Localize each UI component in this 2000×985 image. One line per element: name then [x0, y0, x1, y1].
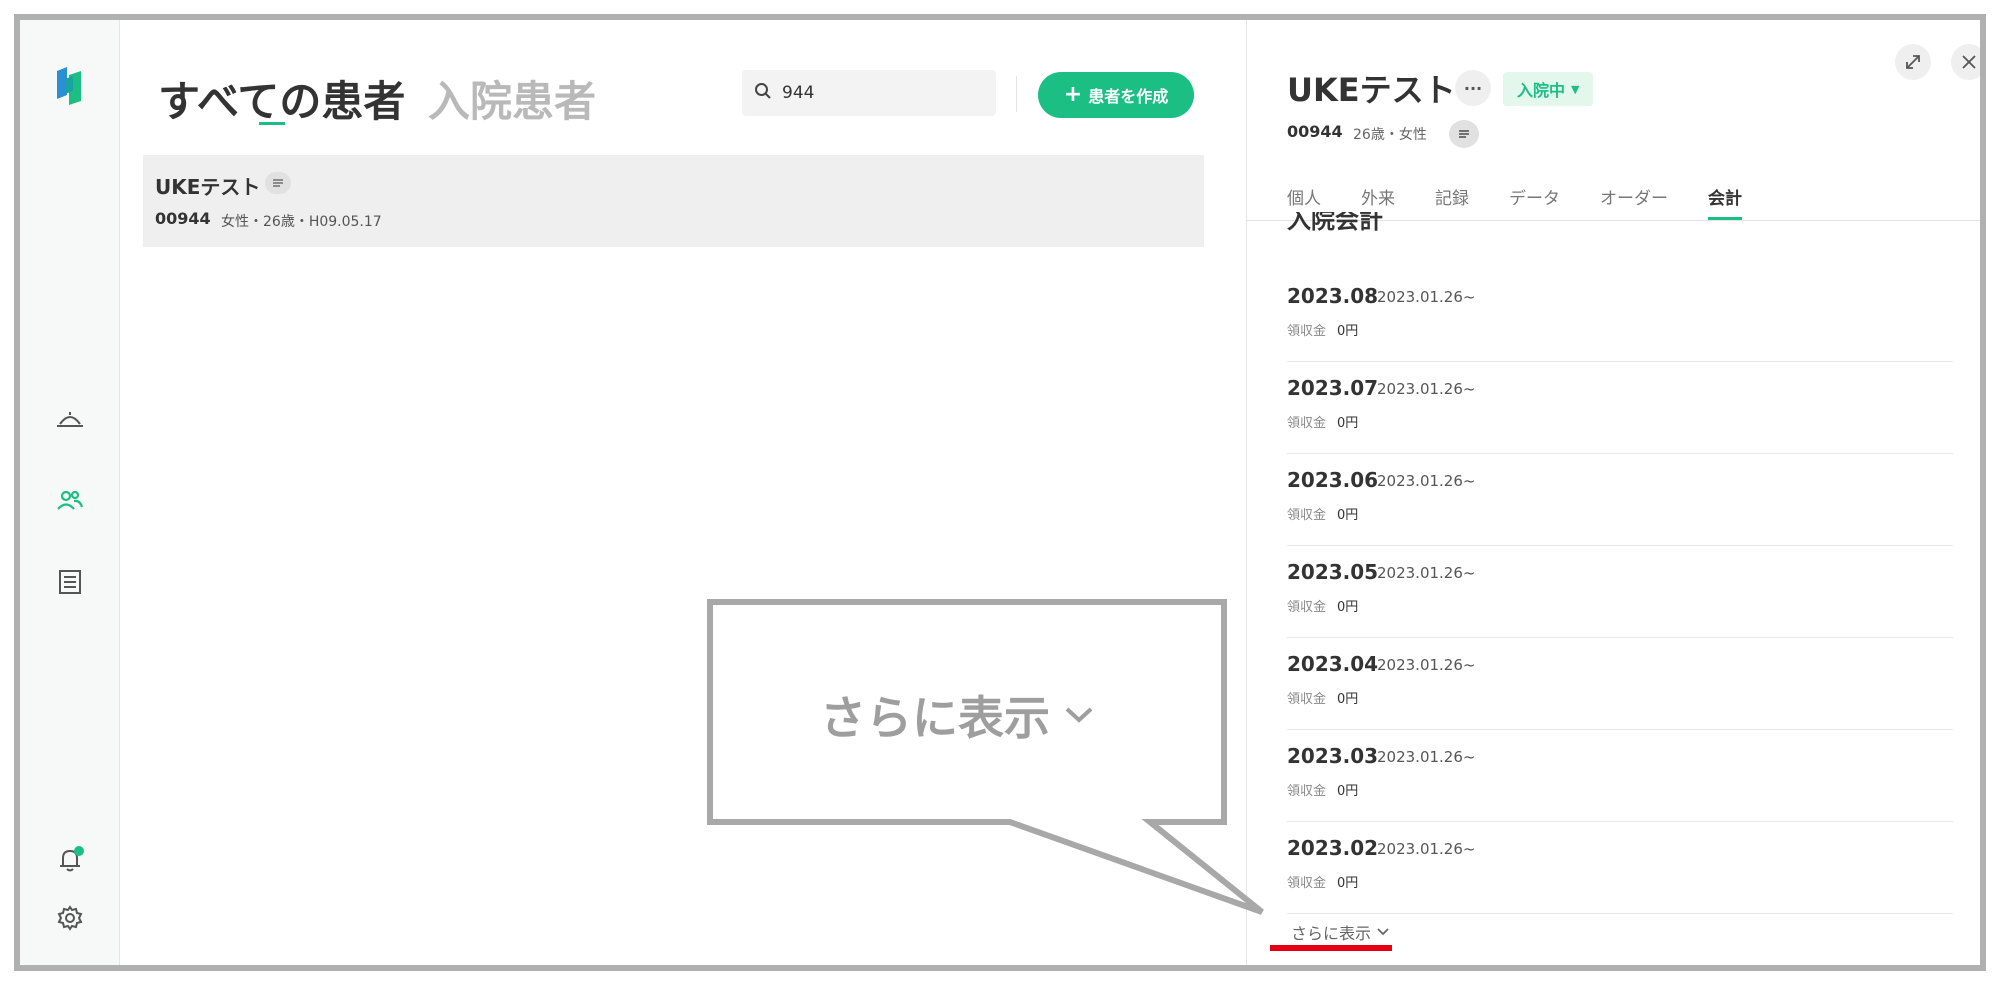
receipt-label: 領収金	[1287, 508, 1327, 523]
create-patient-button[interactable]: + 患者を作成	[1038, 72, 1194, 118]
bell-icon[interactable]	[50, 840, 90, 880]
show-more-label: さらに表示	[1291, 924, 1372, 943]
billing-month: 2023.08	[1287, 284, 1379, 308]
receipt-amount: 0円	[1337, 508, 1359, 523]
toolbar-divider	[1016, 76, 1017, 112]
tab-orders[interactable]: オーダー	[1600, 170, 1668, 220]
tab-data[interactable]: データ	[1509, 170, 1560, 220]
billing-period: 2023.01.26~	[1377, 472, 1476, 490]
billing-month: 2023.03	[1287, 744, 1379, 768]
receipt-amount: 0円	[1337, 324, 1359, 339]
chevron-down-icon	[1065, 707, 1093, 723]
caret-down-icon: ▼	[1571, 82, 1580, 96]
patient-detail-panel: UKEテスト ··· 入院中 ▼ 00944 26歳・女性 個人 外来 記録 デ…	[1246, 20, 1980, 965]
receipt-label: 領収金	[1287, 784, 1327, 799]
create-patient-label: 患者を作成	[1088, 87, 1169, 106]
list-item[interactable]: 2023.04 2023.01.26~ 領収金 0円	[1287, 638, 1953, 730]
billing-period: 2023.01.26~	[1377, 564, 1476, 582]
patient-name: UKEテスト	[155, 175, 261, 199]
detail-patient-info: 26歳・女性	[1353, 127, 1427, 143]
patient-id: 00944	[155, 209, 211, 228]
screenshot-frame: すべての患者 入院患者 + 患者を作成 UKEテスト 00944 女性	[14, 14, 1986, 971]
list-item[interactable]: 2023.06 2023.01.26~ 領収金 0円	[1287, 454, 1953, 546]
active-title-indicator	[259, 122, 285, 125]
billing-month: 2023.02	[1287, 836, 1379, 860]
list-icon[interactable]	[50, 562, 90, 602]
billing-month-list: 2023.08 2023.01.26~ 領収金 0円 2023.07 2023.…	[1287, 270, 1953, 914]
detail-patient-name: UKEテスト	[1287, 71, 1456, 109]
billing-month: 2023.07	[1287, 376, 1379, 400]
list-item[interactable]: 2023.07 2023.01.26~ 領収金 0円	[1287, 362, 1953, 454]
billing-period: 2023.01.26~	[1377, 288, 1476, 306]
tab-records[interactable]: 記録	[1435, 170, 1469, 220]
home-icon[interactable]	[50, 400, 90, 440]
receipt-label: 領収金	[1287, 324, 1327, 339]
plus-icon: +	[1063, 82, 1083, 107]
list-item[interactable]: 2023.03 2023.01.26~ 領収金 0円	[1287, 730, 1953, 822]
show-more-button[interactable]: さらに表示	[1291, 920, 1389, 944]
receipt-amount: 0円	[1337, 600, 1359, 615]
billing-period: 2023.01.26~	[1377, 748, 1476, 766]
users-icon[interactable]	[50, 480, 90, 520]
receipt-label: 領収金	[1287, 876, 1327, 891]
tab-accounting[interactable]: 会計	[1708, 170, 1742, 220]
admission-status-dropdown[interactable]: 入院中 ▼	[1503, 72, 1594, 106]
callout-text: さらに表示	[820, 682, 1094, 748]
close-button[interactable]	[1951, 44, 1980, 80]
billing-month: 2023.05	[1287, 560, 1379, 584]
receipt-amount: 0円	[1337, 876, 1359, 891]
expand-icon	[1906, 55, 1920, 69]
patient-list-panel: すべての患者 入院患者 + 患者を作成 UKEテスト 00944 女性	[120, 20, 1246, 965]
highlight-underline	[1270, 945, 1392, 951]
search-icon	[754, 82, 772, 104]
billing-month: 2023.04	[1287, 652, 1379, 676]
callout-label: さらに表示	[820, 691, 1050, 745]
memo-icon[interactable]	[265, 172, 291, 194]
inpatient-title-tab[interactable]: 入院患者	[428, 68, 596, 129]
receipt-label: 領収金	[1287, 600, 1327, 615]
billing-period: 2023.01.26~	[1377, 840, 1476, 858]
search-box[interactable]	[742, 70, 996, 116]
logo-icon[interactable]	[50, 65, 90, 105]
status-label: 入院中	[1517, 81, 1566, 100]
sidebar	[20, 20, 120, 965]
expand-button[interactable]	[1895, 44, 1931, 80]
receipt-amount: 0円	[1337, 784, 1359, 799]
list-item[interactable]: 2023.05 2023.01.26~ 領収金 0円	[1287, 546, 1953, 638]
chevron-down-icon	[1377, 928, 1389, 936]
patient-info: 女性・26歳・H09.05.17	[221, 214, 382, 230]
notification-dot	[74, 846, 84, 856]
more-options-button[interactable]: ···	[1455, 70, 1491, 106]
page-title[interactable]: すべての患者	[158, 68, 405, 129]
close-icon	[1962, 55, 1976, 69]
patient-list-item[interactable]: UKEテスト 00944 女性・26歳・H09.05.17	[143, 155, 1204, 247]
receipt-amount: 0円	[1337, 416, 1359, 431]
list-item[interactable]: 2023.08 2023.01.26~ 領収金 0円	[1287, 270, 1953, 362]
gear-icon[interactable]	[50, 898, 90, 938]
memo-icon[interactable]	[1449, 120, 1479, 148]
billing-period: 2023.01.26~	[1377, 380, 1476, 398]
receipt-amount: 0円	[1337, 692, 1359, 707]
receipt-label: 領収金	[1287, 692, 1327, 707]
section-title: 入院会計	[1287, 212, 1383, 234]
receipt-label: 領収金	[1287, 416, 1327, 431]
detail-patient-id: 00944	[1287, 122, 1343, 141]
search-input[interactable]	[782, 83, 982, 103]
list-item[interactable]: 2023.02 2023.01.26~ 領収金 0円	[1287, 822, 1953, 914]
billing-month: 2023.06	[1287, 468, 1379, 492]
billing-period: 2023.01.26~	[1377, 656, 1476, 674]
